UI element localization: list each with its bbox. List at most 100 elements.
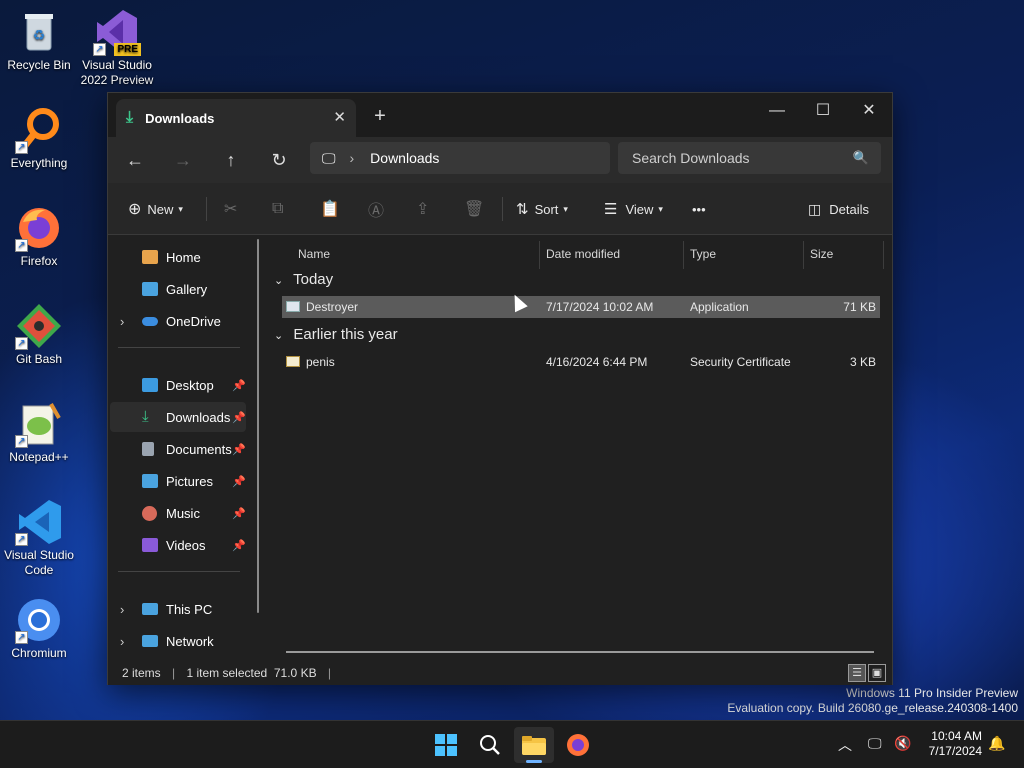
rename-icon[interactable]: Ⓐ xyxy=(368,197,384,221)
sidebar-item-onedrive[interactable]: › OneDrive xyxy=(110,306,246,336)
sidebar-item-gallery[interactable]: Gallery xyxy=(110,274,246,304)
tiles-view-icon[interactable]: ▣ xyxy=(868,664,886,682)
title-bar: ⤓ Downloads ✕ + — ☐ ✕ xyxy=(108,93,892,137)
sidebar-item-pictures[interactable]: Pictures 📌 xyxy=(110,466,246,496)
desktop-icon-label: Notepad++ xyxy=(9,450,69,464)
column-header-type[interactable]: Type xyxy=(684,241,804,269)
column-header-name[interactable]: Name xyxy=(292,241,540,269)
cut-icon[interactable]: ✂ xyxy=(224,197,237,221)
chevron-right-icon[interactable]: › xyxy=(120,602,124,617)
desktop-icon-visual-studio[interactable]: ↗ PRE Visual Studio 2022 Preview xyxy=(78,8,156,88)
pin-icon[interactable]: 📌 xyxy=(232,443,246,456)
horizontal-scrollbar[interactable] xyxy=(286,651,874,653)
sidebar-scrollbar[interactable] xyxy=(257,239,259,613)
pin-icon[interactable]: 📌 xyxy=(232,539,246,552)
chevron-up-icon[interactable]: ︿ xyxy=(838,735,852,755)
new-label: New xyxy=(147,201,174,217)
group-title: Earlier this year xyxy=(293,326,398,343)
shortcut-arrow-icon: ↗ xyxy=(15,533,28,546)
divider xyxy=(206,197,207,221)
share-icon[interactable]: ⇪ xyxy=(416,197,429,221)
paste-icon[interactable]: 📋 xyxy=(320,197,340,221)
pin-icon[interactable]: 📌 xyxy=(232,475,246,488)
file-explorer-icon[interactable] xyxy=(514,727,554,763)
tab-downloads[interactable]: ⤓ Downloads ✕ xyxy=(116,99,356,137)
group-header-today[interactable]: ⌄ Today xyxy=(274,271,333,288)
network-monitor-icon[interactable]: 🖵 xyxy=(868,735,882,752)
search-input[interactable]: Search Downloads 🔍 xyxy=(618,142,881,174)
desktop-icon-label: Visual Studio Code xyxy=(4,548,74,577)
new-tab-button[interactable]: + xyxy=(370,105,390,128)
preview-badge: PRE xyxy=(114,43,141,56)
details-view-icon[interactable]: ☰ xyxy=(848,664,866,682)
notification-bell-icon[interactable]: 🔔 xyxy=(988,735,1005,752)
pin-icon[interactable]: 📌 xyxy=(232,411,246,424)
desktop-icon-git-bash[interactable]: ↗ Git Bash xyxy=(0,302,78,367)
sidebar-item-videos[interactable]: Videos 📌 xyxy=(110,530,246,560)
sidebar-item-desktop[interactable]: Desktop 📌 xyxy=(110,370,246,400)
up-arrow-icon[interactable]: ↑ xyxy=(216,146,246,174)
address-bar[interactable]: 🖵 › Downloads xyxy=(310,142,610,174)
music-folder-icon xyxy=(142,505,157,521)
file-name: Destroyer xyxy=(306,300,359,314)
desktop-icon-notepad-plus-plus[interactable]: ↗ Notepad++ xyxy=(0,400,78,465)
desktop-icon-everything[interactable]: ↗ Everything xyxy=(0,106,78,171)
sidebar-item-network[interactable]: › Network xyxy=(110,626,246,656)
file-list-pane: Name Date modified Type Size ⌄ Today Des… xyxy=(266,235,892,661)
sidebar-divider xyxy=(118,571,240,572)
more-options-button[interactable]: ••• xyxy=(692,197,706,221)
desktop-icon-chromium[interactable]: ↗ Chromium xyxy=(0,596,78,661)
active-app-indicator xyxy=(526,760,542,763)
sidebar-item-downloads[interactable]: ⤓ Downloads 📌 xyxy=(110,402,246,432)
copy-icon[interactable]: ⧉ xyxy=(272,197,283,221)
command-bar: ⊕ New ▾ ✂ ⧉ 📋 Ⓐ ⇪ 🗑 ⇅ Sort ▾ ☰ View ▾ ••… xyxy=(108,183,892,235)
system-clock[interactable]: 10:04 AM 7/17/2024 xyxy=(929,729,982,759)
details-button[interactable]: ◫ Details xyxy=(808,197,869,221)
column-header-date-modified[interactable]: Date modified xyxy=(540,241,684,269)
item-count: 2 items xyxy=(122,666,161,680)
speaker-muted-icon[interactable]: 🔇 xyxy=(894,735,911,752)
status-bar: 2 items | 1 item selected 71.0 KB | ☰ ▣ xyxy=(108,661,892,685)
divider xyxy=(502,197,503,221)
search-icon[interactable] xyxy=(470,727,510,763)
desktop-icon-firefox[interactable]: ↗ Firefox xyxy=(0,204,78,269)
details-label: Details xyxy=(829,201,869,217)
tab-title: Downloads xyxy=(145,110,215,126)
pin-icon[interactable]: 📌 xyxy=(232,507,246,520)
clock-date: 7/17/2024 xyxy=(928,744,982,758)
chevron-right-icon[interactable]: › xyxy=(120,314,124,329)
sidebar-item-this-pc[interactable]: › This PC xyxy=(110,594,246,624)
forward-arrow-icon[interactable]: → xyxy=(168,146,198,174)
minimize-button[interactable]: — xyxy=(754,97,800,125)
desktop-icon-recycle-bin[interactable]: ♻ Recycle Bin xyxy=(0,8,78,73)
desktop-icon-vscode[interactable]: ↗ Visual Studio Code xyxy=(0,498,78,578)
maximize-button[interactable]: ☐ xyxy=(800,97,846,125)
sidebar-item-label: Music xyxy=(166,505,200,521)
sidebar-item-documents[interactable]: Documents 📌 xyxy=(110,434,246,464)
view-button[interactable]: ☰ View ▾ xyxy=(604,197,663,221)
visual-studio-icon: ↗ PRE xyxy=(93,8,141,56)
recycle-bin-icon: ♻ xyxy=(15,8,63,56)
delete-icon[interactable]: 🗑 xyxy=(464,197,484,221)
close-tab-button[interactable]: ✕ xyxy=(333,108,346,126)
sort-button[interactable]: ⇅ Sort ▾ xyxy=(516,197,568,221)
pin-icon[interactable]: 📌 xyxy=(232,379,246,392)
sidebar-item-music[interactable]: Music 📌 xyxy=(110,498,246,528)
watermark-line1: Windows 11 Pro Insider Preview xyxy=(846,686,1018,700)
back-arrow-icon[interactable]: ← xyxy=(120,146,150,174)
sidebar-item-home[interactable]: Home xyxy=(110,242,246,272)
start-icon[interactable] xyxy=(426,727,466,763)
group-header-earlier-this-year[interactable]: ⌄ Earlier this year xyxy=(274,326,398,343)
chevron-right-icon[interactable]: › xyxy=(120,634,124,649)
desktop-folder-icon xyxy=(142,378,158,392)
refresh-icon[interactable]: ↻ xyxy=(264,146,294,174)
group-title: Today xyxy=(293,271,334,288)
new-button[interactable]: ⊕ New ▾ xyxy=(128,197,183,221)
file-row[interactable]: penis 4/16/2024 6:44 PM Security Certifi… xyxy=(282,351,880,373)
column-header-size[interactable]: Size xyxy=(804,241,884,269)
close-window-button[interactable]: ✕ xyxy=(846,97,892,125)
firefox-icon[interactable] xyxy=(558,727,598,763)
file-type: Application xyxy=(690,300,749,314)
network-icon xyxy=(142,635,158,647)
file-row[interactable]: Destroyer 7/17/2024 10:02 AM Application… xyxy=(282,296,880,318)
